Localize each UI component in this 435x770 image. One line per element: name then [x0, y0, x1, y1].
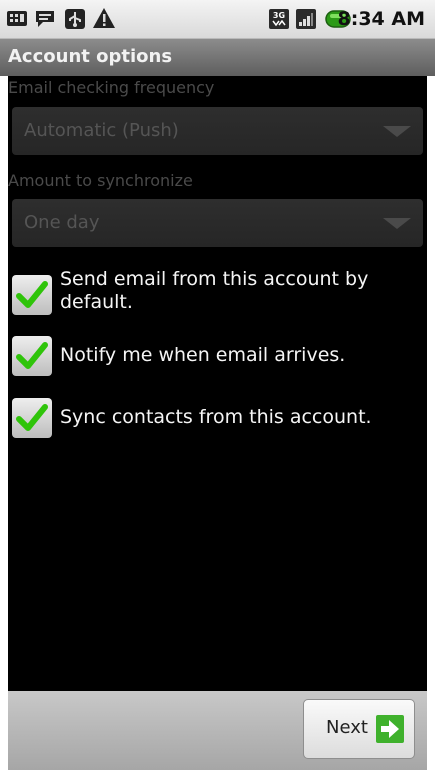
title-bar: Account options — [0, 38, 435, 76]
notify-option[interactable]: Notify me when email arrives. — [12, 334, 423, 378]
amount-label: Amount to synchronize — [8, 171, 193, 190]
dropdown-arrow-icon — [383, 218, 411, 229]
arrow-right-icon — [376, 715, 404, 743]
amount-value: One day — [24, 212, 100, 233]
warning-icon — [93, 8, 115, 28]
sync-contacts-checkbox[interactable] — [12, 398, 52, 438]
3g-icon: 3G — [269, 9, 289, 29]
status-time: 8:34 AM — [337, 8, 426, 30]
default-account-label-line1: Send email from this account by — [60, 268, 369, 290]
frequency-value: Automatic (Push) — [24, 120, 179, 141]
notify-checkbox[interactable] — [12, 336, 52, 376]
checkmark-icon — [16, 342, 48, 369]
next-button[interactable]: Next — [303, 699, 415, 759]
notify-label: Notify me when email arrives. — [60, 344, 346, 366]
checkmark-icon — [16, 281, 48, 308]
page-title: Account options — [8, 46, 173, 67]
android-screen: 3G 8:34 AM Account options Email checkin… — [0, 0, 435, 770]
frequency-spinner[interactable]: Automatic (Push) — [12, 107, 423, 155]
usb-icon — [65, 9, 85, 29]
sync-contacts-option[interactable]: Sync contacts from this account. — [12, 396, 423, 440]
default-account-checkbox[interactable] — [12, 275, 52, 315]
frequency-label: Email checking frequency — [8, 78, 215, 97]
keyboard-icon — [7, 11, 27, 26]
dropdown-arrow-icon — [383, 126, 411, 137]
bottom-bar: Next — [8, 691, 427, 770]
default-account-label-line2: default. — [60, 291, 133, 313]
signal-icon — [296, 9, 316, 29]
message-icon — [36, 11, 54, 27]
amount-spinner[interactable]: One day — [12, 199, 423, 247]
checkmark-icon — [16, 404, 48, 431]
account-options-content: Email checking frequency Automatic (Push… — [8, 76, 427, 691]
next-label: Next — [326, 717, 368, 738]
default-account-option[interactable]: Send email from this account by default. — [12, 266, 423, 318]
status-bar: 3G 8:34 AM — [0, 0, 435, 38]
sync-contacts-label: Sync contacts from this account. — [60, 406, 372, 428]
svg-text:3G: 3G — [273, 11, 285, 20]
